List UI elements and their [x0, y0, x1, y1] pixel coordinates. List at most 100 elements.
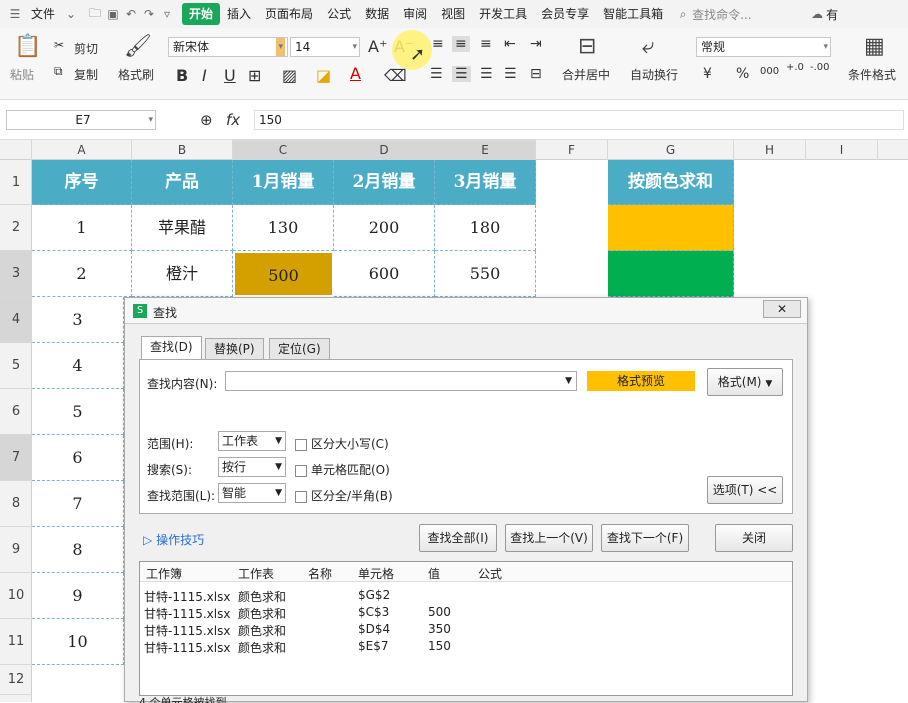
cell-a11[interactable]: 10 — [32, 619, 124, 665]
font-grow-icon[interactable]: A⁺ — [368, 37, 387, 56]
conditional-format-button[interactable]: 条件格式 — [848, 66, 896, 83]
wrap-text-button[interactable]: 自动换行 — [630, 66, 678, 83]
decrease-decimal-button[interactable]: -.00 — [810, 62, 830, 73]
tab-data[interactable]: 数据 — [358, 3, 396, 25]
result-row[interactable]: 甘特-1115.xlsx 颜色求和 $E$7 150 — [140, 639, 792, 656]
result-row[interactable]: 甘特-1115.xlsx 颜色求和 $D$4 350 — [140, 622, 792, 639]
cell-c2[interactable]: 130 — [233, 205, 334, 251]
tab-formulas[interactable]: 公式 — [320, 3, 358, 25]
number-format-select[interactable]: 常规 ▾ — [696, 37, 831, 57]
tab-review[interactable]: 审阅 — [396, 3, 434, 25]
results-list[interactable]: 工作簿 工作表 名称 单元格 值 公式 甘特-1115.xlsx 颜色求和 $G… — [139, 561, 793, 696]
align-left-icon[interactable]: ☰ — [430, 66, 443, 82]
file-dropdown-icon[interactable]: ⌄ — [62, 7, 80, 21]
col-header-c[interactable]: C — [233, 140, 334, 160]
open-folder-icon[interactable]: 🗀 — [86, 4, 104, 25]
account-text[interactable]: 有 — [826, 6, 838, 23]
col-header-g[interactable]: G — [608, 140, 734, 160]
col-header-b[interactable]: B — [132, 140, 233, 160]
tab-insert[interactable]: 插入 — [220, 3, 258, 25]
cell-a5[interactable]: 4 — [32, 343, 124, 389]
fill-pattern-icon[interactable]: ▨ — [282, 66, 297, 85]
cell-a2[interactable]: 1 — [32, 205, 132, 251]
tab-view[interactable]: 视图 — [434, 3, 472, 25]
row-header-7[interactable]: 7 — [0, 435, 32, 481]
tab-replace[interactable]: 替换(P) — [205, 338, 264, 360]
menu-hamburger-icon[interactable]: ☰ — [6, 7, 24, 21]
close-icon[interactable]: ✕ — [763, 300, 801, 318]
conditional-format-icon[interactable]: ▦ — [864, 34, 885, 59]
result-col-sheet[interactable]: 工作表 — [238, 565, 274, 582]
header-cell-color-sum[interactable]: 按颜色求和 — [608, 160, 734, 205]
result-col-formula[interactable]: 公式 — [478, 565, 502, 582]
align-middle-icon[interactable]: ≡ — [452, 36, 470, 52]
header-cell-product[interactable]: 产品 — [132, 160, 233, 205]
cell-a6[interactable]: 5 — [32, 389, 124, 435]
close-button[interactable]: 关闭 — [715, 524, 793, 552]
copy-icon[interactable]: ⧉ — [54, 64, 63, 79]
paste-icon[interactable]: 📋 — [14, 34, 41, 59]
scissors-icon[interactable]: ✂ — [54, 38, 64, 52]
format-painter-button[interactable]: 格式刷 — [118, 66, 154, 83]
row-header-4[interactable]: 4 — [0, 297, 32, 343]
select-all-corner[interactable] — [0, 140, 32, 160]
cell-e2[interactable]: 180 — [435, 205, 536, 251]
indent-icon[interactable]: ⇥ — [530, 36, 542, 52]
search-select[interactable]: 按行 ▼ — [218, 457, 286, 477]
cell-e3[interactable]: 550 — [435, 251, 536, 297]
align-center-icon[interactable]: ☰ — [452, 66, 471, 82]
cell-a7[interactable]: 6 — [32, 435, 124, 481]
row-header-6[interactable]: 6 — [0, 389, 32, 435]
formula-input[interactable]: 150 — [254, 110, 904, 130]
result-col-value[interactable]: 值 — [428, 565, 440, 582]
row-header-10[interactable]: 10 — [0, 573, 32, 619]
merge-icon[interactable]: ⊟ — [578, 34, 596, 59]
cell-b2[interactable]: 苹果醋 — [132, 205, 233, 251]
cell-g3-green[interactable] — [608, 251, 734, 297]
cloud-icon[interactable]: ☁ — [808, 7, 826, 21]
col-header-i[interactable]: I — [806, 140, 878, 160]
cell-a4[interactable]: 3 — [32, 297, 124, 343]
cell-b3[interactable]: 橙汁 — [132, 251, 233, 297]
border-icon[interactable]: ⊞ — [248, 66, 261, 85]
align-right-icon[interactable]: ☰ — [480, 66, 493, 82]
copy-button[interactable]: 复制 — [74, 66, 98, 83]
thousands-button[interactable]: 000 — [760, 66, 779, 77]
cell-g2-yellow[interactable] — [608, 205, 734, 251]
row-header-8[interactable]: 8 — [0, 481, 32, 527]
fill-color-icon[interactable]: ◪ — [316, 66, 331, 85]
col-header-d[interactable]: D — [334, 140, 435, 160]
more-icon[interactable]: ▿ — [158, 7, 176, 21]
align-top-icon[interactable]: ≡ — [432, 36, 444, 52]
result-row[interactable]: 甘特-1115.xlsx 颜色求和 $C$3 500 — [140, 605, 792, 622]
align-bottom-icon[interactable]: ≡ — [480, 36, 492, 52]
header-cell-jan[interactable]: 1月销量 — [233, 160, 334, 205]
lookin-select[interactable]: 智能 ▼ — [218, 483, 286, 503]
tab-smart-tools[interactable]: 智能工具箱 — [596, 3, 670, 25]
header-cell-feb[interactable]: 2月销量 — [334, 160, 435, 205]
tab-developer[interactable]: 开发工具 — [472, 3, 534, 25]
increase-decimal-button[interactable]: +.0 — [786, 62, 804, 73]
justify-icon[interactable]: ☰ — [504, 66, 517, 82]
row-header-1[interactable]: 1 — [0, 160, 32, 205]
col-header-a[interactable]: A — [32, 140, 132, 160]
cut-button[interactable]: 剪切 — [74, 40, 98, 57]
currency-button[interactable]: ¥ — [703, 66, 712, 82]
undo-icon[interactable]: ↶ — [122, 7, 140, 21]
header-cell-mar[interactable]: 3月销量 — [435, 160, 536, 205]
col-header-h[interactable]: H — [734, 140, 806, 160]
outdent-icon[interactable]: ⇤ — [504, 36, 516, 52]
find-next-button[interactable]: 查找下一个(F) — [601, 524, 689, 552]
tab-home[interactable]: 开始 — [182, 3, 221, 25]
font-color-icon[interactable]: A — [350, 64, 361, 83]
row-header-5[interactable]: 5 — [0, 343, 32, 389]
row-header-3[interactable]: 3 — [0, 251, 32, 297]
font-size-select[interactable]: 14 ▾ — [290, 37, 360, 57]
redo-icon[interactable]: ↷ — [140, 7, 158, 21]
row-header-9[interactable]: 9 — [0, 527, 32, 573]
save-icon[interactable]: ▣ — [104, 7, 122, 21]
row-header-11[interactable]: 11 — [0, 619, 32, 665]
cell-a3[interactable]: 2 — [32, 251, 132, 297]
find-input[interactable]: ▼ — [225, 371, 577, 391]
brush-icon[interactable]: 🖌 — [124, 34, 152, 59]
